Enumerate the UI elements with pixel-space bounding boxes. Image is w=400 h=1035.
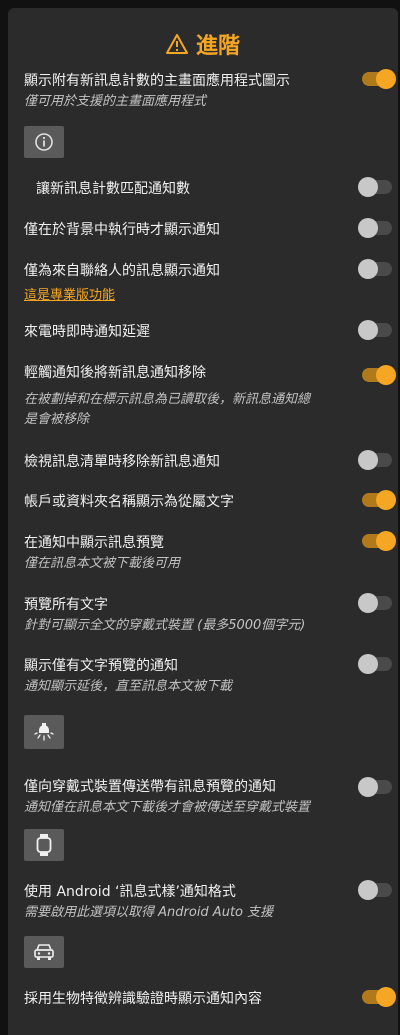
setting-description: 通知僅在訊息本文下載後才會被傳送至穿戴式裝置 xyxy=(24,800,311,815)
light-bulb-icon xyxy=(34,723,54,741)
section-title: 進階 xyxy=(195,34,240,59)
setting-wearable-preview-only[interactable]: 僅向穿戴式裝置傳送帶有訊息預覽的通知 通知僅在訊息本文下載後才會被傳送至穿戴式裝… xyxy=(24,774,398,864)
setting-label: 顯示附有新訊息計數的主畫面應用程式圖示 xyxy=(24,73,290,89)
toggle-knob xyxy=(376,531,396,551)
toggle-switch[interactable] xyxy=(358,450,392,470)
setting-label: 輕觸通知後將新訊息通知移除 xyxy=(24,365,206,381)
setting-description: 僅可用於支援的主畫面應用程式 xyxy=(24,94,207,109)
toggle-knob xyxy=(376,69,396,89)
setting-description: 需要啟用此選項以取得 Android Auto 支援 xyxy=(24,905,274,920)
setting-label: 檢視訊息清單時移除新訊息通知 xyxy=(24,454,220,470)
toggle-switch[interactable] xyxy=(358,259,392,279)
setting-description: 通知顯示延後，直至訊息本文被下載 xyxy=(24,679,233,694)
toggle-knob xyxy=(358,177,378,197)
setting-messaging-style[interactable]: 使用 Android ‘訊息式樣’通知格式 需要啟用此選項以取得 Android… xyxy=(24,879,398,969)
setting-description-continued: 是會被移除 xyxy=(24,412,90,427)
toggle-switch[interactable] xyxy=(358,177,392,197)
setting-description: 僅在訊息本文被下載後可用 xyxy=(24,556,181,571)
setting-label: 預覽所有文字 xyxy=(24,597,108,613)
setting-label: 來電時即時通知延遲 xyxy=(24,324,150,340)
toggle-switch[interactable] xyxy=(358,320,392,340)
toggle-switch[interactable] xyxy=(362,365,396,385)
car-icon xyxy=(34,944,54,960)
toggle-switch[interactable] xyxy=(362,69,396,89)
toggle-knob xyxy=(358,880,378,900)
setting-match-notification-count[interactable]: 讓新訊息計數匹配通知數 xyxy=(24,176,398,206)
toggle-knob xyxy=(376,365,396,385)
watch-button[interactable] xyxy=(24,829,64,861)
toggle-switch[interactable] xyxy=(362,531,396,551)
toggle-switch[interactable] xyxy=(358,593,392,613)
toggle-knob xyxy=(358,320,378,340)
toggle-knob xyxy=(376,490,396,510)
setting-account-subtext[interactable]: 帳戶或資料夾名稱顯示為從屬文字 xyxy=(24,489,398,519)
toggle-switch[interactable] xyxy=(358,654,392,674)
toggle-knob xyxy=(358,593,378,613)
settings-card: 進階 顯示附有新訊息計數的主畫面應用程式圖示 僅可用於支援的主畫面應用程式 讓新… xyxy=(8,8,398,1035)
car-button[interactable] xyxy=(24,936,64,968)
info-icon xyxy=(35,133,53,151)
setting-call-delay[interactable]: 來電時即時通知延遲 xyxy=(24,319,398,349)
toggle-knob xyxy=(358,654,378,674)
setting-label: 僅向穿戴式裝置傳送帶有訊息預覽的通知 xyxy=(24,779,276,795)
setting-remove-on-list-view[interactable]: 檢視訊息清單時移除新訊息通知 xyxy=(24,449,398,479)
setting-remove-on-tap[interactable]: 輕觸通知後將新訊息通知移除 在被劃掉和在標示訊息為已讀取後，新訊息通知總 是會被… xyxy=(24,360,398,434)
watch-icon xyxy=(36,834,52,856)
toggle-switch[interactable] xyxy=(362,490,396,510)
setting-label: 僅在於背景中執行時才顯示通知 xyxy=(24,222,220,238)
setting-label: 採用生物特徵辨識驗證時顯示通知內容 xyxy=(24,991,262,1007)
toggle-knob xyxy=(358,777,378,797)
warning-icon xyxy=(165,34,188,54)
toggle-switch[interactable] xyxy=(358,880,392,900)
toggle-knob xyxy=(376,987,396,1007)
setting-app-icon-badge[interactable]: 顯示附有新訊息計數的主畫面應用程式圖示 僅可用於支援的主畫面應用程式 xyxy=(24,68,398,158)
setting-background-only[interactable]: 僅在於背景中執行時才顯示通知 xyxy=(24,217,398,247)
toggle-switch[interactable] xyxy=(358,218,392,238)
toggle-switch[interactable] xyxy=(362,987,396,1007)
setting-message-preview[interactable]: 在通知中顯示訊息預覽 僅在訊息本文被下載後可用 xyxy=(24,530,398,576)
setting-description: 針對可顯示全文的穿戴式裝置 (最多5000個字元) xyxy=(24,618,306,633)
setting-label: 讓新訊息計數匹配通知數 xyxy=(36,181,190,197)
setting-label: 在通知中顯示訊息預覽 xyxy=(24,535,164,551)
toggle-switch[interactable] xyxy=(358,777,392,797)
toggle-knob xyxy=(358,450,378,470)
setting-label: 僅為來自聯絡人的訊息顯示通知 xyxy=(24,263,220,279)
setting-label: 顯示僅有文字預覽的通知 xyxy=(24,658,178,674)
toggle-knob xyxy=(358,218,378,238)
setting-contacts-only[interactable]: 僅為來自聯絡人的訊息顯示通知 這是專業版功能 xyxy=(24,258,398,308)
setting-description: 在被劃掉和在標示訊息為已讀取後，新訊息通知總 xyxy=(24,392,311,407)
light-button[interactable] xyxy=(24,715,64,749)
pro-feature-link[interactable]: 這是專業版功能 xyxy=(24,284,115,303)
setting-biometric-content[interactable]: 採用生物特徵辨識驗證時顯示通知內容 xyxy=(24,986,398,1016)
setting-label: 使用 Android ‘訊息式樣’通知格式 xyxy=(24,884,236,900)
setting-text-only-preview[interactable]: 顯示僅有文字預覽的通知 通知顯示延後，直至訊息本文被下載 xyxy=(24,653,398,753)
info-button[interactable] xyxy=(24,126,64,158)
setting-preview-all-text[interactable]: 預覽所有文字 針對可顯示全文的穿戴式裝置 (最多5000個字元) xyxy=(24,592,398,638)
toggle-knob xyxy=(358,259,378,279)
section-header: 進階 xyxy=(8,26,398,62)
setting-label: 帳戶或資料夾名稱顯示為從屬文字 xyxy=(24,494,234,510)
